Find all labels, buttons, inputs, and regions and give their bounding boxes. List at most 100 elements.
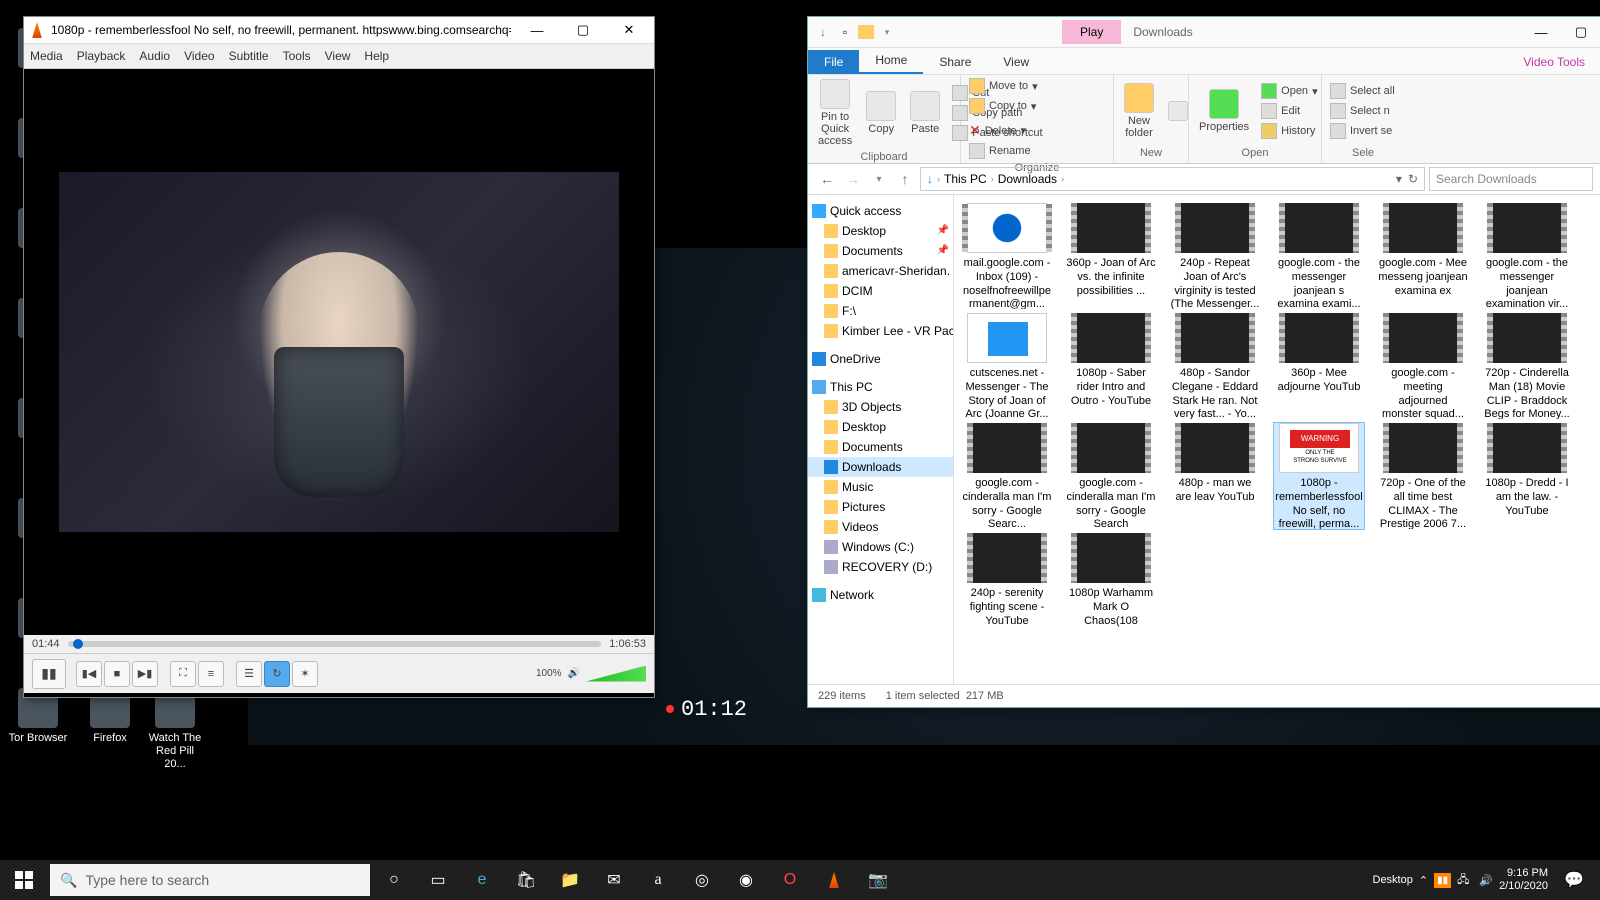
play-pause-button[interactable]: ▮▮ — [32, 659, 66, 689]
taskbar-app-explorer[interactable]: 📁 — [548, 860, 592, 900]
action-center-button[interactable]: 💬 — [1554, 860, 1594, 900]
file-item[interactable]: 720p - One of the all time best CLIMAX -… — [1378, 423, 1468, 529]
desktop-icon[interactable]: Watch TheRed Pill 20... — [145, 688, 205, 772]
minimize-button[interactable]: — — [517, 17, 557, 43]
file-item[interactable]: google.com - the messenger joanjean exam… — [1482, 203, 1572, 309]
extended-settings-button[interactable]: ≡ — [198, 661, 224, 687]
shuffle-button[interactable]: ✶ — [292, 661, 318, 687]
close-button[interactable]: ✕ — [609, 17, 649, 43]
taskbar-app-recorder[interactable]: ◉ — [724, 860, 768, 900]
nav-item[interactable]: Pictures — [808, 497, 953, 517]
new-folder-button[interactable]: New folder — [1120, 81, 1158, 141]
volume-icon[interactable]: 🔊 — [1479, 874, 1493, 887]
menu-playback[interactable]: Playback — [77, 49, 126, 63]
select-all-button[interactable]: Select all — [1328, 82, 1397, 100]
tab-view[interactable]: View — [987, 50, 1045, 74]
file-item[interactable]: 480p - man we are leav YouTub — [1170, 423, 1260, 529]
up-button[interactable]: ↑ — [894, 168, 916, 190]
nav-item[interactable]: americavr-Sheridan. — [808, 261, 953, 281]
previous-button[interactable]: ▮◀ — [76, 661, 102, 687]
file-item[interactable]: 720p - Cinderella Man (18) Movie CLIP - … — [1482, 313, 1572, 419]
menu-media[interactable]: Media — [30, 49, 63, 63]
taskbar-app-amazon[interactable]: a — [636, 860, 680, 900]
file-list[interactable]: mail.google.com - Inbox (109) - noselfno… — [954, 195, 1600, 684]
file-item[interactable]: 480p - Sandor Clegane - Eddard Stark He … — [1170, 313, 1260, 419]
nav-item[interactable]: Documents — [808, 437, 953, 457]
nav-item[interactable]: Network — [808, 585, 953, 605]
nav-item[interactable]: Desktop📌 — [808, 221, 953, 241]
file-item[interactable]: 240p - Repeat Joan of Arc's virginity is… — [1170, 203, 1260, 309]
copy-button[interactable]: Copy — [862, 89, 900, 137]
search-input[interactable]: Search Downloads — [1429, 167, 1593, 191]
nav-item[interactable]: RECOVERY (D:) — [808, 557, 953, 577]
explorer-titlebar[interactable]: ↓ ▫ ▾ Play Downloads — ▢ — [808, 17, 1600, 48]
nav-item[interactable]: Videos — [808, 517, 953, 537]
file-item[interactable]: 1080p - Dredd - I am the law. - YouTube — [1482, 423, 1572, 529]
file-item[interactable]: google.com - Mee messeng joanjean examin… — [1378, 203, 1468, 309]
nav-item[interactable]: OneDrive — [808, 349, 953, 369]
taskbar-app-store[interactable]: 🛍 — [504, 860, 548, 900]
new-item-button[interactable] — [1164, 99, 1192, 123]
tab-video-tools[interactable]: Video Tools — [1507, 50, 1600, 74]
playlist-button[interactable]: ☰ — [236, 661, 262, 687]
task-view-button[interactable]: ▭ — [416, 860, 460, 900]
maximize-button[interactable]: ▢ — [563, 17, 603, 43]
nav-item[interactable]: Music — [808, 477, 953, 497]
file-item[interactable]: 240p - serenity fighting scene - YouTube — [962, 533, 1052, 628]
taskbar-search[interactable]: 🔍 Type here to search — [50, 864, 370, 896]
move-to-button[interactable]: Move to ▾ — [967, 77, 1040, 95]
network-icon[interactable]: 🖧 — [1457, 871, 1469, 890]
nav-item[interactable]: DCIM — [808, 281, 953, 301]
rename-button[interactable]: Rename — [967, 142, 1033, 160]
qat-item[interactable]: ▫ — [836, 23, 854, 41]
mute-icon[interactable]: 🔊 — [568, 668, 580, 679]
menu-view[interactable]: View — [325, 49, 351, 63]
copy-to-button[interactable]: Copy to ▾ — [967, 97, 1040, 115]
vlc-titlebar[interactable]: 1080p - rememberlessfool No self, no fre… — [24, 17, 654, 44]
tray-overflow-icon[interactable]: ⌃ — [1419, 874, 1428, 887]
nav-item[interactable]: Windows (C:) — [808, 537, 953, 557]
cortana-button[interactable]: ○ — [372, 860, 416, 900]
taskbar-app-vlc[interactable] — [812, 860, 856, 900]
breadcrumb[interactable]: Downloads — [998, 172, 1057, 186]
menu-subtitle[interactable]: Subtitle — [229, 49, 269, 63]
history-button[interactable]: History — [1259, 122, 1319, 140]
loop-button[interactable]: ↻ — [264, 661, 290, 687]
pin-to-quick-access-button[interactable]: Pin to Quick access — [814, 77, 856, 149]
taskbar-app-tripadvisor[interactable]: ◎ — [680, 860, 724, 900]
menu-audio[interactable]: Audio — [139, 49, 170, 63]
file-item[interactable]: google.com - cinderalla man I'm sorry - … — [1066, 423, 1156, 529]
maximize-button[interactable]: ▢ — [1561, 19, 1600, 45]
tab-share[interactable]: Share — [923, 50, 987, 74]
nav-item[interactable]: Kimber Lee - VR Pac — [808, 321, 953, 341]
file-item[interactable]: cutscenes.net - Messenger - The Story of… — [962, 313, 1052, 419]
menu-video[interactable]: Video — [184, 49, 214, 63]
refresh-button[interactable]: ↻ — [1408, 172, 1418, 186]
taskbar-app-edge[interactable]: e — [460, 860, 504, 900]
stop-button[interactable]: ■ — [104, 661, 130, 687]
taskbar-app-mail[interactable]: ✉ — [592, 860, 636, 900]
select-none-button[interactable]: Select n — [1328, 102, 1397, 120]
file-item[interactable]: google.com - the messenger joanjean s ex… — [1274, 203, 1364, 309]
file-item[interactable]: 360p - Joan of Arc vs. the infinite poss… — [1066, 203, 1156, 309]
tab-file[interactable]: File — [808, 50, 859, 74]
edit-button[interactable]: Edit — [1259, 102, 1319, 120]
taskbar-clock[interactable]: 9:16 PM 2/10/2020 — [1499, 867, 1548, 893]
file-item[interactable]: mail.google.com - Inbox (109) - noselfno… — [962, 203, 1052, 309]
next-button[interactable]: ▶▮ — [132, 661, 158, 687]
open-button[interactable]: Open ▾ — [1259, 82, 1319, 100]
tray-app-icon[interactable]: ▮▮ — [1434, 873, 1451, 888]
paste-button[interactable]: Paste — [906, 89, 944, 137]
down-arrow-icon[interactable]: ↓ — [814, 23, 832, 41]
nav-item[interactable]: Desktop — [808, 417, 953, 437]
recent-button[interactable]: ▾ — [868, 168, 890, 190]
minimize-button[interactable]: — — [1521, 19, 1561, 45]
invert-selection-button[interactable]: Invert se — [1328, 122, 1397, 140]
start-button[interactable] — [0, 860, 48, 900]
vlc-video-area[interactable] — [24, 69, 654, 635]
taskbar-app-opera[interactable]: O — [768, 860, 812, 900]
nav-item[interactable]: Downloads — [808, 457, 953, 477]
back-button[interactable]: ← — [816, 168, 838, 190]
delete-button[interactable]: ✕Delete ▾ — [967, 121, 1033, 140]
properties-button[interactable]: Properties — [1195, 87, 1253, 135]
